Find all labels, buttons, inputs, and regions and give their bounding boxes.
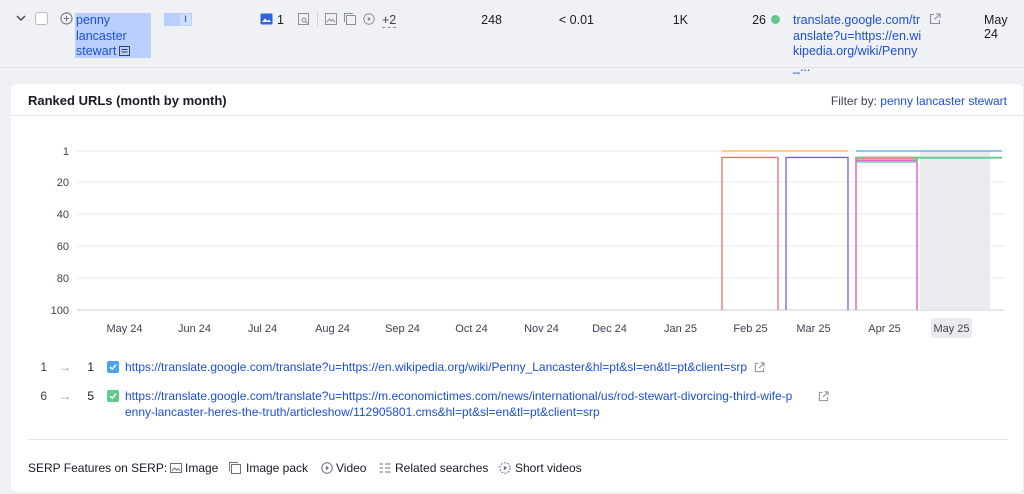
related-searches-icon bbox=[379, 463, 391, 473]
url-line[interactable]: https://translate.google.com/translate?u… bbox=[125, 389, 815, 405]
image-icon bbox=[325, 13, 337, 25]
x-tick-label: Sep 24 bbox=[385, 323, 420, 335]
add-keyword-icon[interactable] bbox=[60, 12, 73, 25]
check-icon bbox=[109, 364, 117, 371]
external-link-icon[interactable] bbox=[754, 362, 765, 373]
x-tick-label: May 25 bbox=[933, 323, 969, 335]
serp-feature-label: Short videos bbox=[515, 461, 582, 475]
external-link-icon[interactable] bbox=[929, 13, 941, 25]
video-icon bbox=[321, 462, 333, 474]
serp-features-more[interactable]: +2 bbox=[382, 13, 397, 28]
x-tick-label: Feb 25 bbox=[733, 323, 767, 335]
url-line[interactable]: https://translate.google.com/translate?u… bbox=[125, 360, 815, 376]
check-icon bbox=[109, 393, 117, 400]
serp-snapshot-icon[interactable] bbox=[119, 46, 131, 56]
cpc-value: < 0.01 bbox=[558, 13, 594, 27]
series-line bbox=[785, 156, 849, 310]
x-tick-label: May 24 bbox=[106, 323, 142, 335]
feature-divider bbox=[317, 12, 318, 26]
x-tick-label: Aug 24 bbox=[315, 323, 350, 335]
page-search-icon bbox=[298, 13, 309, 25]
serp-feature-label: Video bbox=[336, 461, 367, 475]
serp-feature-label: Related searches bbox=[395, 461, 489, 475]
y-tick-label: 20 bbox=[57, 177, 69, 189]
serp-divider bbox=[28, 439, 1008, 440]
chevron-down-icon[interactable] bbox=[15, 12, 27, 24]
rank-to: 1 bbox=[87, 360, 94, 374]
keyword-row: penny lancaster stewart I 1 +2 248 < 0.0… bbox=[0, 0, 1024, 74]
ranked-urls-card: Ranked URLs (month by month) Filter by: … bbox=[11, 84, 1023, 492]
rank-from: 6 bbox=[40, 389, 47, 403]
x-tick-label: Nov 24 bbox=[524, 323, 559, 335]
arrow-right-icon: → bbox=[59, 389, 71, 403]
row-checkbox[interactable] bbox=[35, 12, 48, 25]
x-tick-label: Jul 24 bbox=[248, 323, 277, 335]
serp-features-label: SERP Features on SERP: bbox=[28, 461, 168, 475]
image-pack-icon bbox=[229, 462, 241, 474]
url-line[interactable]: enny-lancaster-heres-the-truth/articlesh… bbox=[125, 405, 815, 421]
serp-feature-label: Image pack bbox=[246, 461, 309, 475]
image-icon bbox=[170, 463, 182, 473]
y-tick-label: 1 bbox=[63, 146, 69, 158]
rank-from: 1 bbox=[40, 360, 47, 374]
difficulty-dot bbox=[771, 15, 780, 24]
serp-feature-label: Image bbox=[185, 461, 219, 475]
y-tick-label: 60 bbox=[57, 241, 69, 253]
volume-value: 248 bbox=[481, 13, 502, 27]
date-value: May 24 bbox=[984, 13, 1008, 41]
intent-badge: I bbox=[180, 14, 191, 25]
y-tick-label: 80 bbox=[57, 273, 69, 285]
short-videos-icon bbox=[499, 462, 511, 474]
rank-to: 5 bbox=[87, 389, 94, 403]
image-feature-icon bbox=[260, 13, 273, 25]
x-tick-label: Oct 24 bbox=[455, 323, 487, 335]
difficulty-value: 26 bbox=[752, 13, 766, 27]
series-line bbox=[721, 156, 779, 310]
highlighted-column bbox=[920, 151, 990, 310]
image-pack-icon bbox=[344, 13, 356, 25]
keyword-link[interactable]: penny lancaster stewart bbox=[76, 13, 146, 60]
x-tick-label: Jan 25 bbox=[664, 323, 697, 335]
ranked-url-link[interactable]: https://translate.google.com/translate?u… bbox=[125, 360, 815, 376]
arrow-right-icon: → bbox=[59, 360, 71, 374]
x-tick-label: Apr 25 bbox=[868, 323, 900, 335]
x-tick-label: Jun 24 bbox=[178, 323, 211, 335]
url-checkbox[interactable] bbox=[107, 361, 119, 373]
video-icon bbox=[363, 13, 375, 25]
x-tick-label: Mar 25 bbox=[796, 323, 830, 335]
series-line bbox=[855, 156, 918, 310]
serp-features-count: 1 bbox=[277, 13, 284, 27]
external-link-icon[interactable] bbox=[818, 391, 829, 402]
ranking-url-link[interactable]: translate.google.com/translate?u=https:/… bbox=[793, 13, 925, 75]
url-checkbox[interactable] bbox=[107, 390, 119, 402]
series-line bbox=[855, 159, 918, 310]
x-tick-label: Dec 24 bbox=[592, 323, 627, 335]
y-tick-label: 40 bbox=[57, 209, 69, 221]
ranked-urls-chart: 1 20 40 60 80 100 May 24 Jun 24 Jul 24 Aug 24 Sep … bbox=[51, 146, 1004, 338]
ranked-url-link[interactable]: https://translate.google.com/translate?u… bbox=[125, 389, 815, 420]
y-tick-label: 100 bbox=[51, 305, 69, 317]
results-value: 1K bbox=[672, 13, 688, 27]
